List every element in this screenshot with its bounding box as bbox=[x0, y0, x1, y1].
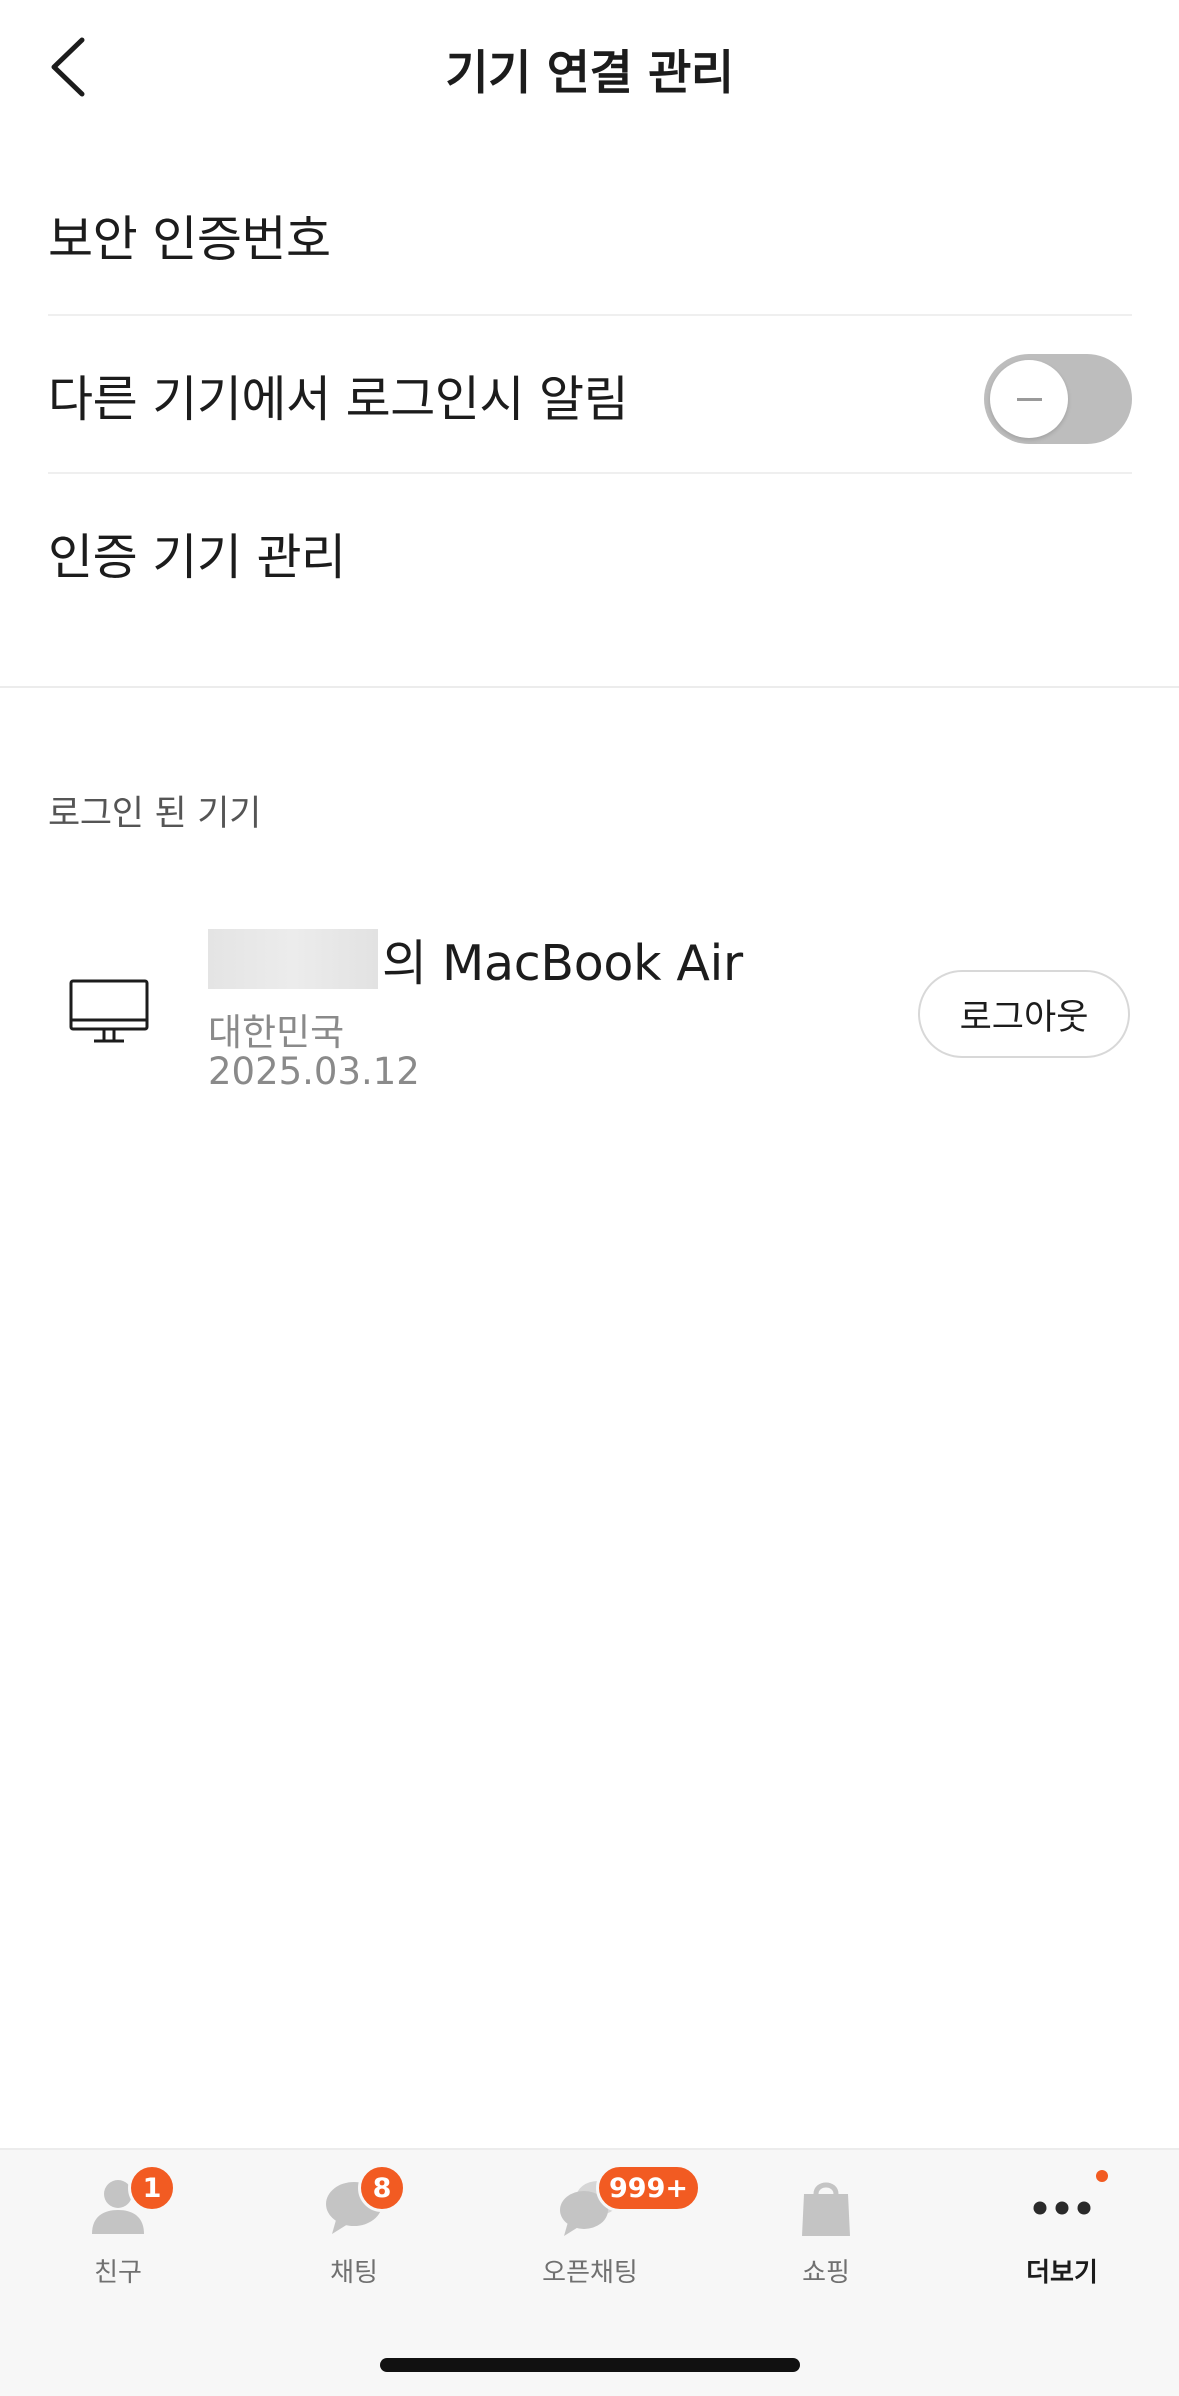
home-indicator bbox=[380, 2358, 800, 2372]
toggle-knob bbox=[990, 360, 1068, 438]
tab-label-open-chat: 오픈채팅 bbox=[542, 2258, 638, 2288]
bottom-tab-bar: 1 친구 8 채팅 999+ 오픈채팅 쇼핑 더보기 bbox=[0, 2148, 1179, 2396]
manage-devices-row[interactable]: 인증 기기 관리 bbox=[48, 474, 1132, 632]
login-alert-toggle[interactable] bbox=[984, 354, 1132, 444]
shopping-bag-icon bbox=[802, 2182, 850, 2236]
more-dots-icon bbox=[1033, 2201, 1091, 2215]
device-name: 의 MacBook Air bbox=[382, 934, 743, 992]
manage-devices-label: 인증 기기 관리 bbox=[48, 528, 346, 586]
tab-chats[interactable]: 8 채팅 bbox=[236, 2150, 472, 2300]
tab-label-more: 더보기 bbox=[1026, 2258, 1098, 2288]
tab-label-friends: 친구 bbox=[94, 2258, 142, 2288]
logout-button[interactable]: 로그아웃 bbox=[918, 970, 1130, 1058]
desktop-monitor-icon bbox=[69, 979, 149, 1043]
badge-open-chat: 999+ bbox=[596, 2164, 701, 2212]
security-code-row[interactable]: 보안 인증번호 bbox=[48, 156, 1132, 314]
section-label-logged-in-devices: 로그인 된 기기 bbox=[48, 794, 262, 834]
tab-shopping[interactable]: 쇼핑 bbox=[708, 2150, 944, 2300]
security-code-label: 보안 인증번호 bbox=[48, 210, 331, 268]
device-country: 대한민국 bbox=[208, 1011, 345, 1054]
tab-friends[interactable]: 1 친구 bbox=[0, 2150, 236, 2300]
login-alert-row: 다른 기기에서 로그인시 알림 bbox=[48, 316, 1132, 474]
tab-open-chat[interactable]: 999+ 오픈채팅 bbox=[472, 2150, 708, 2300]
device-login-date: 2025.03.12 bbox=[208, 1050, 420, 1093]
login-alert-label: 다른 기기에서 로그인시 알림 bbox=[48, 370, 629, 428]
new-indicator-dot bbox=[1096, 2170, 1108, 2182]
tab-more[interactable]: 더보기 bbox=[944, 2150, 1179, 2300]
device-connection-screen: 기기 연결 관리 보안 인증번호 다른 기기에서 로그인시 알림 인증 기기 관… bbox=[0, 0, 1179, 2396]
device-name-line: 의 MacBook Air bbox=[208, 928, 743, 992]
header: 기기 연결 관리 bbox=[0, 0, 1179, 130]
page-title: 기기 연결 관리 bbox=[445, 46, 734, 101]
redacted-owner-name bbox=[208, 929, 378, 989]
badge-friends: 1 bbox=[128, 2164, 176, 2212]
tab-label-shopping: 쇼핑 bbox=[802, 2258, 850, 2288]
section-divider bbox=[0, 686, 1179, 688]
badge-chats: 8 bbox=[358, 2164, 406, 2212]
tab-label-chats: 채팅 bbox=[330, 2258, 378, 2288]
